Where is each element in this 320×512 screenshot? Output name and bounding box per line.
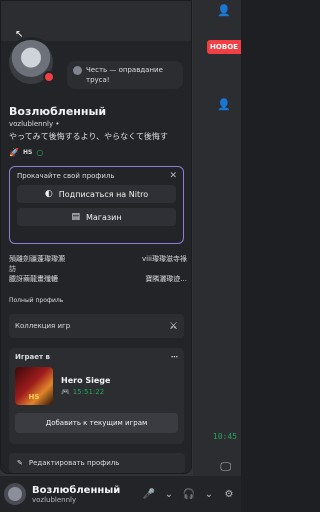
profile-banner (1, 1, 191, 41)
pencil-icon: ✎ (17, 459, 23, 467)
add-friend-icon[interactable]: 👤 (217, 98, 231, 111)
chevron-down-icon[interactable]: ⌄ (161, 489, 177, 500)
nitro-upsell: Прокачайте свой профиль ✕ ◐ Подписаться … (9, 166, 184, 244)
username-row: vozlublennly • (9, 120, 60, 128)
display-name: Возлюбленный (9, 105, 107, 118)
custom-status-text: Честь — оправдание труса! (86, 66, 163, 84)
activity-card: Играет в ⋯ Hero Siege 🎮 15:51:22 Добавит… (9, 348, 184, 444)
chevron-down-icon[interactable]: ⌄ (201, 489, 217, 500)
game-info: Hero Siege 🎮 15:51:22 (61, 376, 110, 396)
badge-row: 🚀 HS ○ (9, 148, 43, 157)
full-profile-link[interactable]: Полный профиль (9, 297, 63, 304)
screen-share-icon[interactable]: 🖵 (220, 460, 231, 474)
user-panel: Возлюбленный vozlublennly 🎤 ⌄ 🎧 ⌄ ⚙ (0, 476, 241, 512)
username[interactable]: vozlublennly (9, 120, 53, 128)
text-fragment: 殞離劍疆蓬瓈瓈灝 (9, 255, 65, 263)
username-separator: • (55, 120, 60, 128)
chat-panel: 👤 НОВОЕ 👤 10:45 🖵 (193, 0, 241, 512)
text-fragment: 臘訝繭龍畫殲轆 (9, 275, 58, 283)
subscribe-nitro-label: Подписаться на Nitro (58, 189, 149, 199)
close-icon[interactable]: ✕ (169, 171, 177, 181)
text-fragment: 寶隣灑瓈迹... (145, 275, 187, 283)
message-timestamp: 10:45 (212, 432, 237, 441)
nitro-icon: ◐ (44, 189, 53, 199)
text-row: 訪 (9, 264, 187, 274)
avatar[interactable] (6, 37, 56, 87)
game-name: Hero Siege (61, 376, 111, 385)
hs-badge[interactable]: HS (23, 149, 32, 156)
dnd-status-icon (43, 71, 55, 83)
game-collection-row[interactable]: Коллекция игр ⚔ (9, 314, 184, 338)
game-cover[interactable] (15, 367, 53, 405)
custom-status[interactable]: Честь — оправдание труса! (67, 61, 183, 89)
status-emoji-icon (73, 66, 82, 75)
headphones-icon[interactable]: 🎧 (181, 489, 197, 500)
nitro-title: Прокачайте свой профиль (17, 172, 115, 180)
gear-icon[interactable]: ⚙ (221, 489, 237, 500)
subscribe-nitro-button[interactable]: ◐ Подписаться на Nitro (17, 185, 176, 203)
text-fragment: viii瓈瓈滋寺祿 (142, 255, 187, 263)
sword-icon: ⚔ (169, 320, 178, 332)
user-names[interactable]: Возлюбленный vozlublennly (32, 485, 141, 504)
text-row: 殞離劍疆蓬瓈瓈灝 viii瓈瓈滋寺祿 (9, 254, 187, 264)
user-username: vozlublennly (32, 495, 77, 504)
status-ring-icon: ○ (36, 148, 44, 157)
activity-body: Hero Siege 🎮 15:51:22 (15, 367, 178, 405)
playing-label: Играет в (15, 353, 50, 361)
microphone-icon[interactable]: 🎤 (141, 489, 157, 500)
user-avatar[interactable] (4, 483, 26, 505)
edit-profile-label: Редактировать профиль (28, 459, 120, 467)
shop-label: Магазин (85, 212, 122, 222)
text-fragment: 訪 (9, 265, 16, 273)
user-controls: 🎤 ⌄ 🎧 ⌄ ⚙ (141, 489, 237, 500)
shop-button[interactable]: ▤ Магазин (17, 208, 176, 226)
more-options-icon[interactable]: ⋯ (171, 353, 178, 361)
bio: やってみて後悔するより、やらなくて後悔す (9, 132, 168, 141)
text-row: 臘訝繭龍畫殲轆 寶隣灑瓈迹... (9, 274, 187, 284)
elapsed-time: 15:51:22 (72, 388, 105, 396)
game-collection-label: Коллекция игр (15, 322, 71, 330)
edit-profile-button[interactable]: ✎ Редактировать профиль (9, 453, 185, 473)
profile-text-block: 殞離劍疆蓬瓈瓈灝 viii瓈瓈滋寺祿 訪 臘訝繭龍畫殲轆 寶隣灑瓈迹... (9, 254, 187, 284)
shop-icon: ▤ (71, 212, 80, 222)
game-elapsed: 🎮 15:51:22 (61, 388, 110, 396)
activity-header: Играет в ⋯ (15, 353, 178, 361)
profile-popout: ↖ Честь — оправдание труса! Возлюбленный… (0, 0, 192, 474)
user-display-name: Возлюбленный (32, 484, 121, 496)
add-friend-icon[interactable]: 👤 (217, 4, 231, 17)
gamepad-icon: 🎮 (61, 388, 70, 396)
new-badge: НОВОЕ (207, 40, 241, 54)
add-to-current-games-button[interactable]: Добавить к текущим играм (15, 413, 178, 433)
rocket-badge-icon[interactable]: 🚀 (9, 148, 19, 157)
